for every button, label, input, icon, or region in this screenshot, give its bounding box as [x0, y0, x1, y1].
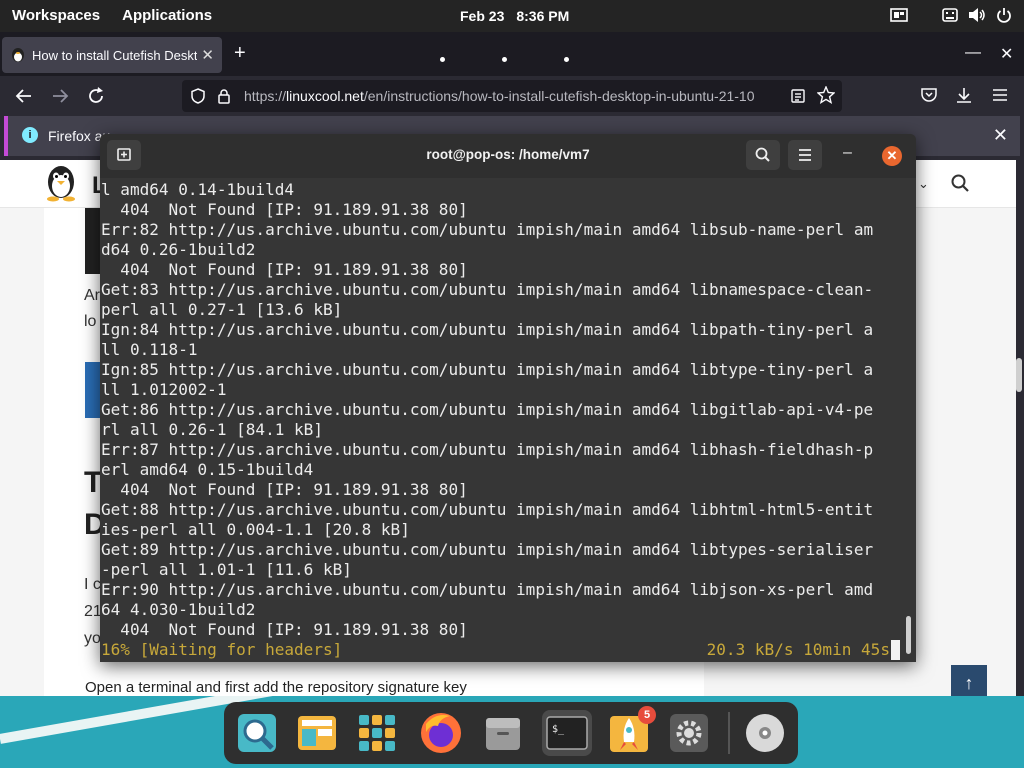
page-scrollbar[interactable] [1016, 358, 1022, 392]
terminal-cursor [891, 640, 900, 660]
reload-icon[interactable] [86, 86, 106, 111]
url-path: /en/instructions/how-to-install-cutefish… [363, 88, 755, 104]
article-text-fragment: lo [84, 313, 97, 330]
app-grid-icon[interactable] [354, 710, 400, 756]
terminal-window: root@pop-os: /home/vm7 – ✕ l amd64 0.14-… [100, 134, 916, 662]
window-tiling-icon[interactable] [890, 7, 908, 23]
terminal-output[interactable]: l amd64 0.14-1build4 404 Not Found [IP: … [100, 178, 916, 662]
bookmark-star-icon[interactable] [816, 85, 836, 109]
firefox-icon[interactable] [418, 710, 464, 756]
applications-button[interactable]: Applications [122, 7, 212, 24]
url-host: linuxcool.net [286, 88, 364, 104]
info-icon: i [22, 127, 38, 143]
terminal-line: Err:82 http://us.archive.ubuntu.com/ubun… [101, 220, 874, 239]
forward-icon[interactable] [50, 86, 70, 111]
site-search-icon[interactable] [950, 173, 970, 198]
power-icon[interactable] [996, 7, 1012, 23]
tux-favicon-icon [10, 47, 26, 66]
date-label: Feb 23 [460, 8, 505, 24]
terminal-line: Err:87 http://us.archive.ubuntu.com/ubun… [101, 440, 874, 459]
terminal-line: ll 1.012002-1 [101, 380, 227, 399]
minimize-icon[interactable]: — [965, 44, 981, 62]
terminal-line: Ign:85 http://us.archive.ubuntu.com/ubun… [101, 360, 874, 379]
shield-icon[interactable] [190, 88, 206, 109]
system-tray [890, 7, 1012, 23]
article-image [85, 208, 101, 274]
terminal-line: ll 0.118-1 [101, 340, 198, 359]
workspaces-button[interactable]: Workspaces [12, 7, 100, 24]
running-indicator [564, 57, 569, 62]
terminal-line: 404 Not Found [IP: 91.189.91.38 80] [101, 620, 468, 639]
site-logo-icon[interactable] [44, 164, 78, 207]
reader-view-icon[interactable] [790, 88, 806, 109]
close-window-icon[interactable]: ✕ [1000, 44, 1013, 64]
terminal-line: 404 Not Found [IP: 91.189.91.38 80] [101, 260, 468, 279]
running-indicator [502, 57, 507, 62]
svg-text:$_: $_ [552, 724, 565, 735]
terminal-line: Get:88 http://us.archive.ubuntu.com/ubun… [101, 500, 874, 519]
tab-title: How to install Cutefish Desktop in Ubunt… [32, 48, 197, 63]
terminal-line: d64 0.26-1build2 [101, 240, 256, 259]
code-block-edge [85, 362, 101, 418]
terminal-line: erl amd64 0.15-1build4 [101, 460, 314, 479]
navigation-bar: https://linuxcool.net/en/instructions/ho… [0, 76, 1024, 116]
url-text: https://linuxcool.net/en/instructions/ho… [244, 88, 764, 104]
url-bar[interactable]: https://linuxcool.net/en/instructions/ho… [182, 80, 842, 112]
downloads-icon[interactable] [955, 86, 973, 109]
notification-badge: 5 [638, 706, 656, 724]
back-icon[interactable] [14, 86, 34, 111]
dock-separator [728, 712, 730, 754]
article-text-fragment: Ar [84, 287, 100, 304]
terminal-line: 404 Not Found [IP: 91.189.91.38 80] [101, 200, 468, 219]
terminal-line: Get:86 http://us.archive.ubuntu.com/ubun… [101, 400, 874, 419]
apt-download-rate: 20.3 kB/s 10min 45s [706, 640, 890, 659]
article-paragraph: Open a terminal and first add the reposi… [85, 679, 467, 696]
terminal-menu-button[interactable] [788, 140, 822, 170]
terminal-scrollbar[interactable] [906, 616, 911, 654]
terminal-line: l amd64 0.14-1build4 [101, 180, 295, 199]
top-panel: Workspaces Applications Feb 23 8:36 PM [0, 0, 1024, 32]
keyboard-icon[interactable] [942, 7, 958, 23]
url-prefix: https:// [244, 88, 287, 104]
browser-tab[interactable]: How to install Cutefish Desktop in Ubunt… [2, 37, 222, 73]
new-tab-button[interactable]: + [234, 42, 246, 65]
settings-icon[interactable] [666, 710, 712, 756]
terminal-header: root@pop-os: /home/vm7 – ✕ [100, 134, 916, 178]
terminal-minimize-icon[interactable]: – [843, 144, 852, 162]
terminal-line: Get:89 http://us.archive.ubuntu.com/ubun… [101, 540, 874, 559]
terminal-icon[interactable]: $_ [542, 710, 592, 756]
article-text-fragment: I c [84, 576, 101, 593]
terminal-line: 64 4.030-1build2 [101, 600, 256, 619]
menu-hamburger-icon[interactable] [991, 86, 1009, 109]
menu-chevron-icon[interactable]: ⌄ [918, 176, 929, 192]
terminal-close-icon[interactable]: ✕ [882, 146, 902, 166]
article-text-fragment: yo [84, 630, 101, 647]
terminal-line: rl all 0.26-1 [84.1 kB] [101, 420, 323, 439]
pocket-icon[interactable] [920, 86, 938, 109]
terminal-line: Err:90 http://us.archive.ubuntu.com/ubun… [101, 580, 874, 599]
terminal-search-button[interactable] [746, 140, 780, 170]
lock-icon[interactable] [216, 88, 232, 109]
terminal-line: Ign:84 http://us.archive.ubuntu.com/ubun… [101, 320, 874, 339]
terminal-line: ies-perl all 0.004-1.1 [20.8 kB] [101, 520, 410, 539]
files-manager-icon[interactable] [294, 710, 340, 756]
tab-bar: How to install Cutefish Desktop in Ubunt… [0, 32, 1024, 76]
running-indicator [440, 57, 445, 62]
terminal-line: Get:83 http://us.archive.ubuntu.com/ubun… [101, 280, 874, 299]
terminal-line: -perl all 1.01-1 [11.6 kB] [101, 560, 352, 579]
apt-progress-status: 16% [Waiting for headers] [101, 640, 343, 659]
terminal-line: 404 Not Found [IP: 91.189.91.38 80] [101, 480, 468, 499]
tab-close-icon[interactable]: ✕ [201, 46, 214, 64]
notification-close-icon[interactable]: ✕ [993, 125, 1008, 146]
pop-shop-icon[interactable] [234, 710, 280, 756]
volume-icon[interactable] [968, 7, 986, 23]
terminal-line: perl all 0.27-1 [13.6 kB] [101, 300, 343, 319]
time-label: 8:36 PM [516, 8, 570, 24]
dock: $_ [224, 702, 798, 764]
disc-icon[interactable] [742, 710, 788, 756]
clock[interactable]: Feb 23 8:36 PM [460, 8, 569, 24]
file-manager-icon[interactable] [480, 710, 526, 756]
